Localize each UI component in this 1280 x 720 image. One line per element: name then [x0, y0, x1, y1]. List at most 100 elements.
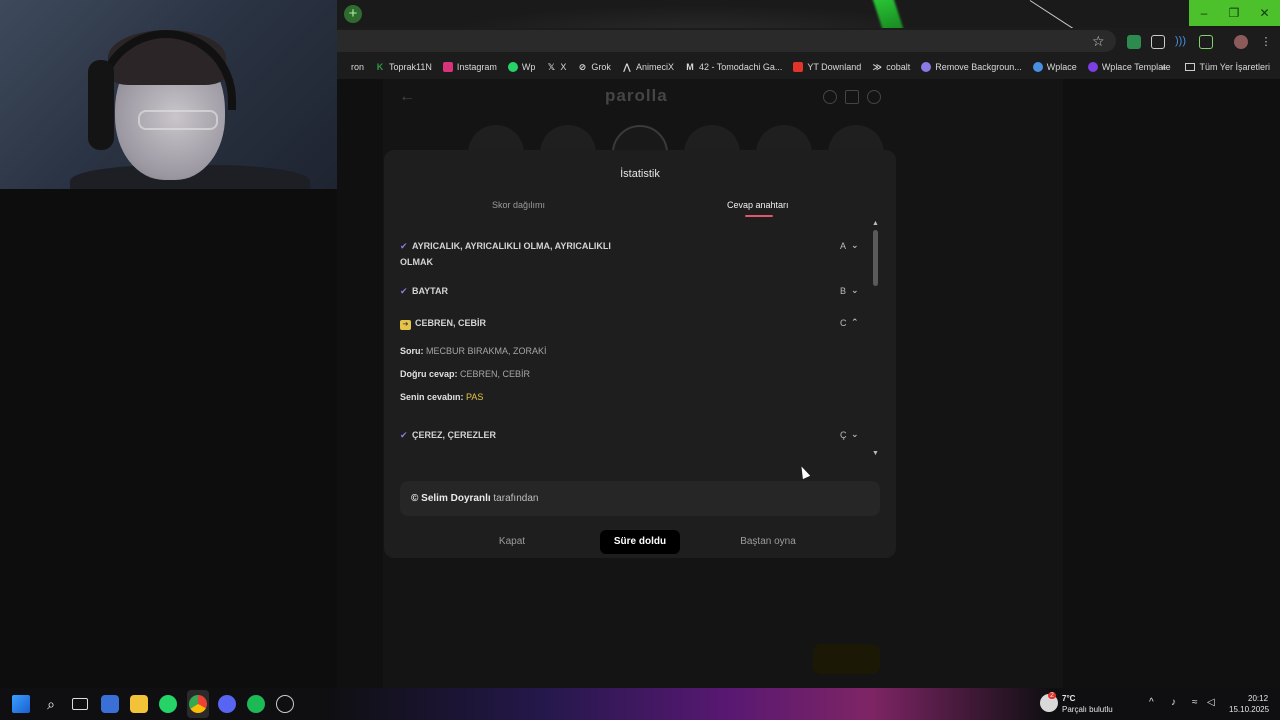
detail-your-value: PAS — [466, 392, 484, 402]
whatsapp-icon — [507, 62, 518, 72]
bookmark-item[interactable]: 𝕏X — [546, 62, 567, 72]
search-icon[interactable]: ⌕ — [42, 695, 60, 713]
cobalt-icon: ≫ — [872, 62, 882, 72]
copyright-icon: © — [411, 493, 419, 504]
credit-name[interactable]: Selim Doyranlı — [421, 493, 490, 504]
answer-text: ÇEREZ, ÇEREZLER — [412, 430, 497, 440]
spotify-icon[interactable] — [247, 695, 265, 713]
discord-icon[interactable] — [218, 695, 236, 713]
weather-description[interactable]: Parçalı bulutlu — [1062, 705, 1113, 714]
browser-menu-icon[interactable]: ⋮ — [1259, 35, 1273, 49]
new-tab-button[interactable]: + — [344, 5, 362, 23]
answer-letter: A — [840, 241, 847, 251]
extension-shield-icon[interactable] — [1127, 35, 1141, 49]
credit-bar: © Selim Doyranlı tarafından — [400, 481, 880, 516]
bookmark-item[interactable]: Wplace — [1032, 62, 1077, 72]
grok-icon: ⊘ — [578, 62, 587, 72]
check-icon: ✔ — [400, 430, 408, 440]
detail-question-value: MECBUR BIRAKMA, ZORAKİ — [426, 346, 547, 356]
answer-text: AYRICALIK, AYRICALIKLI OLMA, AYRICALIKLI — [412, 241, 611, 251]
bookmarks-more-label: » — [1161, 62, 1167, 72]
modal-title: İstatistik — [620, 168, 660, 180]
scrollbar-thumb[interactable] — [873, 230, 878, 286]
chevron-down-icon[interactable]: ⌄ — [851, 237, 859, 253]
profile-icon[interactable] — [867, 90, 881, 104]
clock-date[interactable]: 15.10.2025 — [1229, 705, 1269, 714]
check-icon: ✔ — [400, 241, 408, 251]
answer-row-c[interactable]: ➔ CEBREN, CEBİR C ⌃ — [400, 317, 860, 330]
volume-icon[interactable]: ◁ — [1207, 697, 1215, 708]
bookmarks-overflow-button[interactable]: » — [1161, 62, 1166, 72]
restore-icon[interactable]: ❐ — [1219, 0, 1249, 26]
k-icon: K — [376, 62, 384, 72]
whatsapp-taskbar-icon[interactable] — [159, 695, 177, 713]
extension-wave-icon[interactable]: ))) — [1175, 35, 1189, 49]
gmail-icon: M — [686, 62, 694, 72]
bookmark-label: Toprak11N — [389, 62, 432, 72]
answer-letter: B — [840, 286, 847, 296]
windows-start-icon[interactable] — [12, 695, 30, 713]
webcam-person-glasses — [138, 110, 218, 130]
bookmark-item[interactable]: M 42 - Tomodachi Ga... — [685, 62, 782, 72]
extension-screen-icon[interactable] — [1151, 35, 1165, 49]
all-bookmarks-button[interactable]: Tüm Yer İşaretleri — [1185, 62, 1270, 72]
bookmark-label: cobalt — [886, 62, 911, 72]
globe-icon — [1032, 62, 1043, 72]
screen: + – ❐ ✕ ☆ ))) ⋮ ron K Toprak11N Instagram… — [0, 0, 1280, 720]
chrome-icon[interactable] — [189, 695, 207, 713]
bookmark-item[interactable]: YT Downland — [793, 62, 861, 72]
submit-button-dimmed — [813, 644, 880, 674]
extensions-puzzle-icon[interactable] — [1199, 35, 1213, 49]
check-icon: ✔ — [400, 286, 408, 296]
restart-button[interactable]: Baştan oyna — [724, 530, 812, 554]
steam-icon[interactable] — [276, 695, 294, 713]
chevron-down-icon[interactable]: ⌄ — [851, 285, 859, 296]
bookmark-item[interactable]: ron — [337, 62, 364, 72]
address-bar[interactable] — [330, 30, 1116, 52]
profile-avatar[interactable] — [1234, 35, 1248, 49]
all-bookmarks-label: Tüm Yer İşaretleri — [1199, 62, 1270, 72]
yt-icon — [793, 62, 804, 72]
bookmark-item[interactable]: Remove Backgroun... — [921, 62, 1022, 72]
bookmark-label: AnimeciX — [635, 62, 674, 72]
tab-answer-key[interactable]: Cevap anahtarı — [727, 200, 789, 210]
wplace-template-icon — [1087, 62, 1098, 72]
bookmark-label: Instagram — [456, 62, 497, 72]
widgets-icon[interactable] — [101, 695, 119, 713]
back-arrow-icon[interactable]: ← — [399, 88, 415, 106]
clock-time[interactable]: 20:12 — [1248, 694, 1268, 703]
stats-icon[interactable] — [845, 90, 859, 104]
info-icon[interactable] — [823, 90, 837, 104]
bookmark-item[interactable]: ⋀ AnimeciX — [622, 62, 674, 72]
scroll-down-arrow-icon[interactable]: ▼ — [872, 450, 879, 457]
tray-overflow-chevron-icon[interactable]: ^ — [1149, 697, 1154, 708]
close-button[interactable]: Kapat — [474, 530, 550, 554]
bookmark-item[interactable]: Instagram — [442, 62, 497, 72]
wifi-icon[interactable]: ≈ — [1192, 697, 1198, 708]
bookmark-item[interactable]: ≫ cobalt — [872, 62, 911, 72]
minimize-icon[interactable]: – — [1189, 0, 1219, 26]
tab-score-distribution[interactable]: Skor dağılımı — [492, 200, 545, 210]
chevron-down-icon[interactable]: ⌄ — [851, 429, 859, 440]
answer-letter: C — [840, 318, 847, 328]
bookmark-item[interactable]: Wplace Template — [1087, 62, 1171, 72]
answer-row-cc[interactable]: ✔ ÇEREZ, ÇEREZLER Ç ⌄ — [400, 429, 860, 441]
chevron-up-icon[interactable]: ⌃ — [851, 317, 859, 328]
bookmark-star-icon[interactable]: ☆ — [1092, 33, 1105, 50]
header-icons — [823, 90, 881, 104]
weather-temperature[interactable]: 7°C — [1062, 694, 1075, 703]
answer-row-b[interactable]: ✔ BAYTAR B ⌄ — [400, 285, 860, 297]
headphones-earcup — [88, 60, 114, 150]
file-explorer-icon[interactable] — [130, 695, 148, 713]
bookmark-item[interactable]: K Toprak11N — [375, 62, 432, 72]
close-window-icon[interactable]: ✕ — [1249, 0, 1280, 26]
microphone-icon[interactable]: ♪ — [1171, 697, 1176, 708]
site-logo: parolla — [605, 86, 668, 105]
scroll-up-arrow-icon[interactable]: ▲ — [872, 220, 879, 227]
time-up-button[interactable]: Süre doldu — [600, 530, 680, 554]
task-view-icon[interactable] — [72, 698, 88, 710]
answer-text: BAYTAR — [412, 286, 449, 296]
bookmark-item[interactable]: ⊘ Grok — [577, 62, 611, 72]
bookmark-item[interactable]: Wp — [507, 62, 535, 72]
answer-row-a[interactable]: ✔ AYRICALIK, AYRICALIKLI OLMA, AYRICALIKL… — [400, 238, 860, 270]
